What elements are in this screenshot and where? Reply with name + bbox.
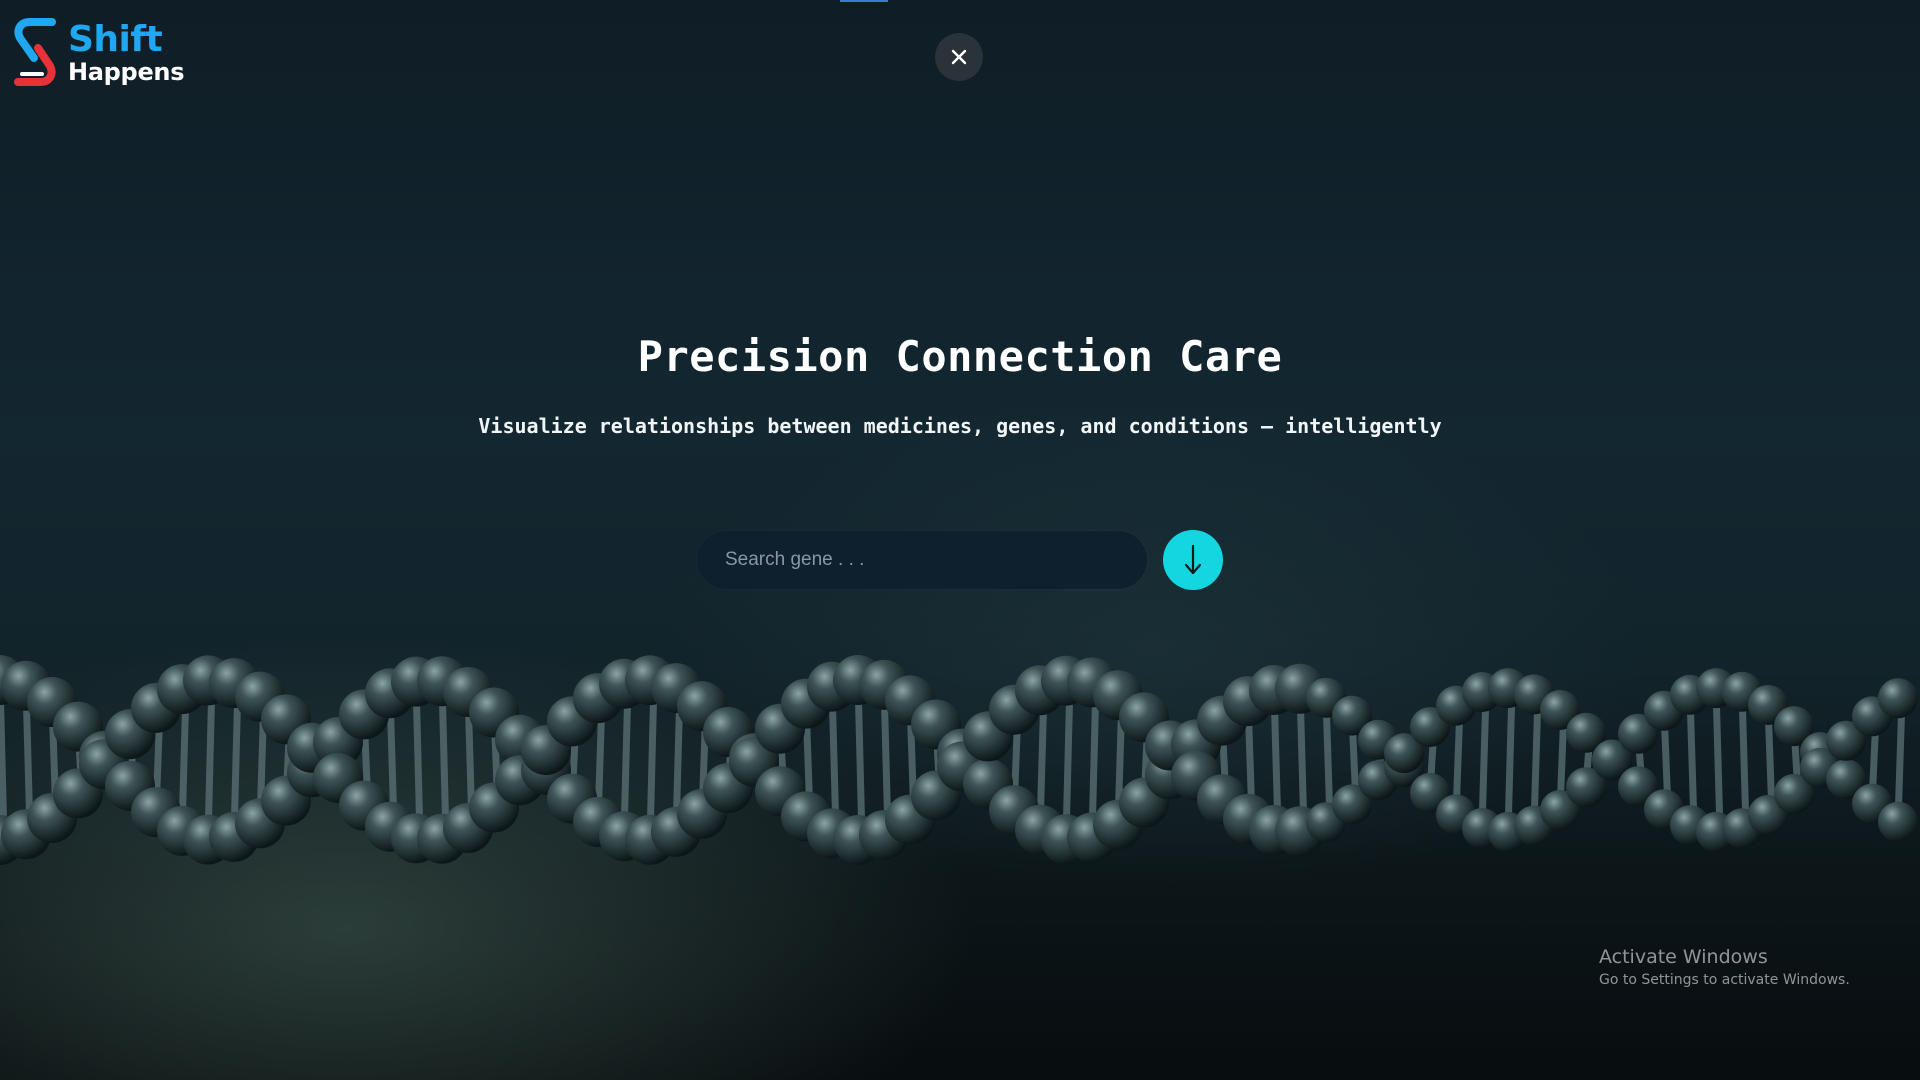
dna-rung (1478, 691, 1490, 829)
search-container (697, 531, 1147, 589)
arrow-down-icon (1184, 544, 1202, 575)
dna-rung (1712, 688, 1724, 832)
dna-rung (1738, 691, 1750, 829)
search-input[interactable] (697, 531, 1147, 589)
dna-helix-illustration (0, 655, 1918, 865)
brand-name-line1: Shift (68, 19, 163, 60)
brand-name-line2: Happens (68, 58, 185, 86)
watermark-title: Activate Windows (1599, 946, 1768, 968)
watermark-subtitle: Go to Settings to activate Windows. (1599, 972, 1850, 988)
close-icon (951, 49, 967, 65)
shift-happens-logo-icon (14, 18, 56, 86)
search-submit-button[interactable] (1163, 530, 1223, 590)
activate-windows-watermark: Activate Windows Go to Settings to activ… (1599, 946, 1850, 988)
active-tab-indicator (840, 0, 888, 2)
dna-nucleotide (1878, 678, 1918, 719)
dna-nucleotide (1878, 801, 1918, 842)
brand-logo[interactable]: Shift Happens (12, 18, 185, 88)
close-button[interactable] (935, 33, 983, 81)
dna-rung (1504, 687, 1516, 833)
page-subtitle: Visualize relationships between medicine… (478, 414, 1442, 438)
page-title: Precision Connection Care (637, 332, 1283, 381)
